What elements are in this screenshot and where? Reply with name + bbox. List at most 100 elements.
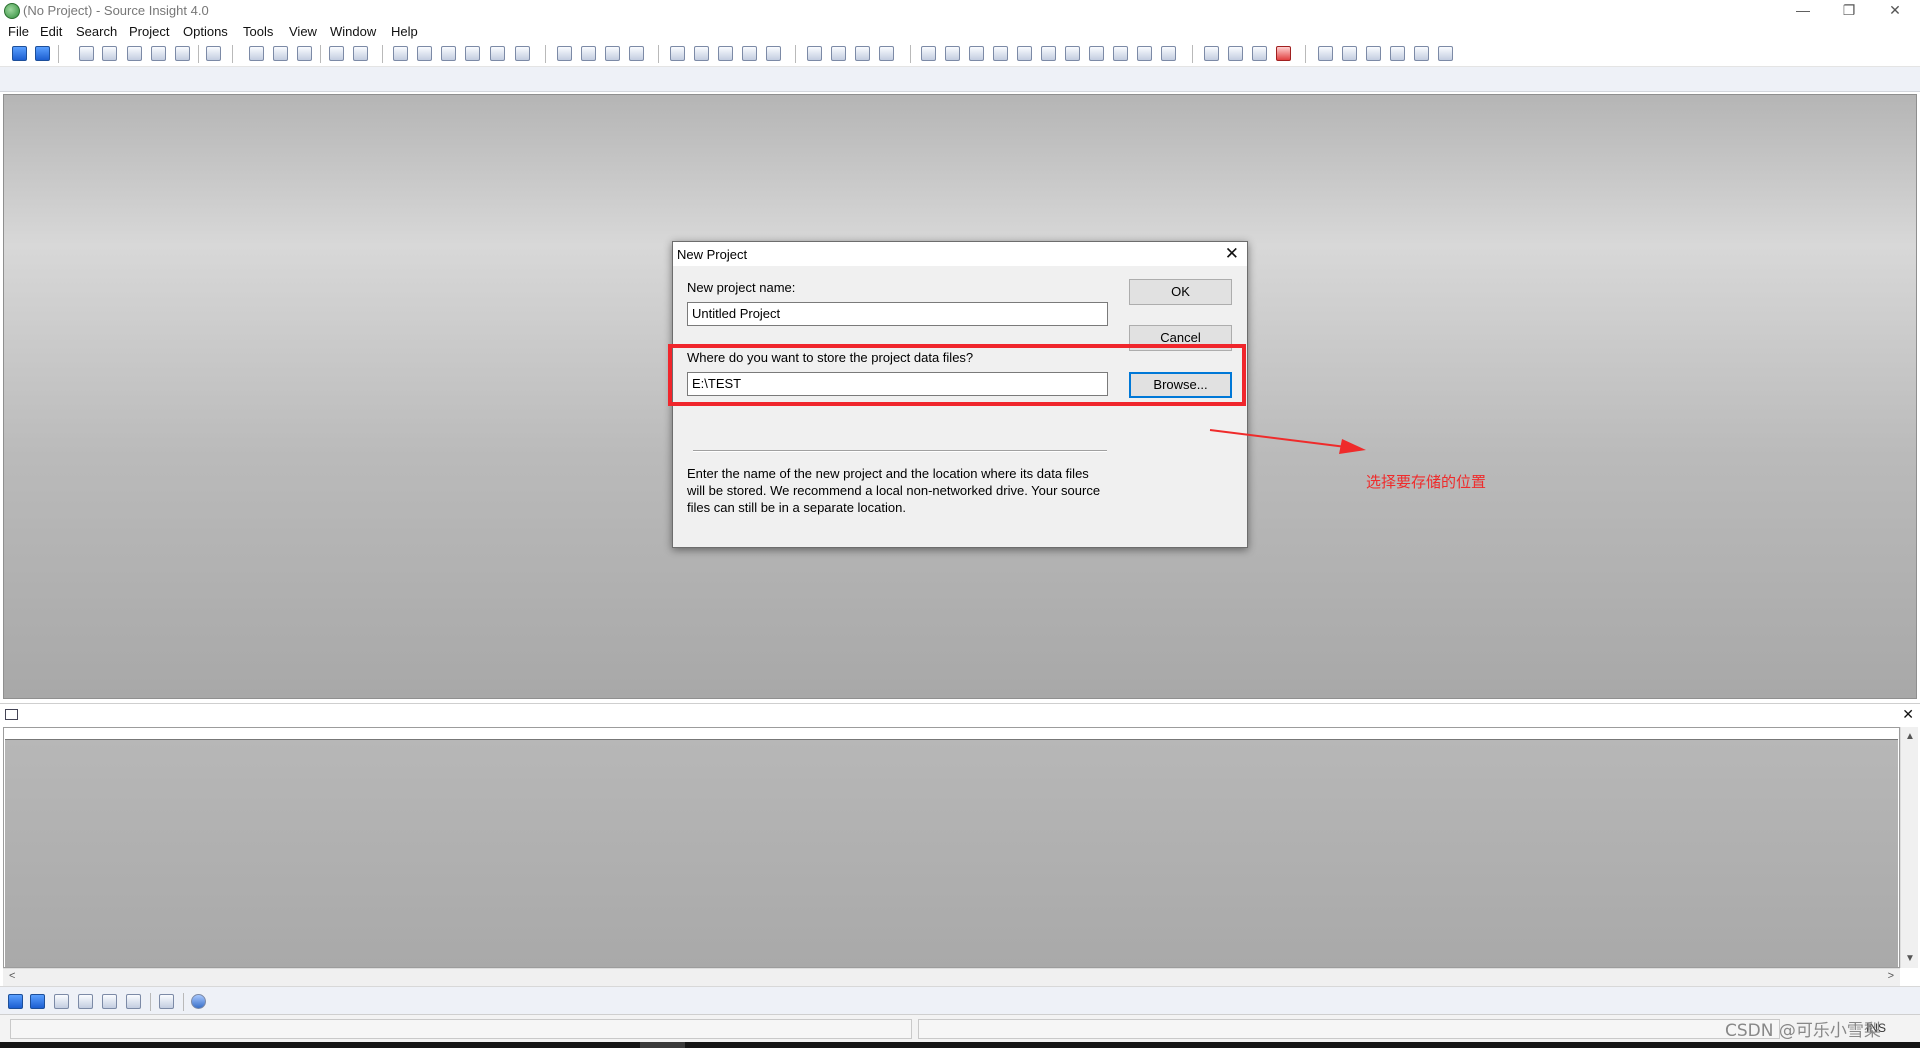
tree-icon[interactable] [126, 994, 141, 1009]
forward-arrow-icon[interactable] [35, 46, 50, 61]
gear-icon[interactable] [191, 994, 206, 1009]
bookmark-next-icon[interactable] [581, 46, 596, 61]
toolbar-separator [545, 45, 546, 63]
e-box-icon[interactable] [1414, 46, 1429, 61]
dialog-help-text: Enter the name of the new project and th… [687, 466, 1101, 515]
watermark-text: CSDN @可乐小雪梨 [1725, 1021, 1881, 1041]
restore-button[interactable]: ❐ [1826, 0, 1872, 22]
cut-icon[interactable] [249, 46, 264, 61]
scroll-left-icon[interactable]: < [9, 970, 15, 982]
toolbar-separator [320, 45, 321, 63]
annotation-highlight-box [668, 344, 1246, 406]
horizontal-scrollbar[interactable]: < > [3, 968, 1900, 986]
scroll-up-icon[interactable]: ▲ [1905, 731, 1915, 742]
indent-icon[interactable] [1228, 46, 1243, 61]
home-icon[interactable] [1089, 46, 1104, 61]
back-arrow-icon[interactable] [12, 46, 27, 61]
save-icon[interactable] [127, 46, 142, 61]
menu-help[interactable]: Help [391, 24, 418, 39]
layout-grid-icon[interactable] [807, 46, 822, 61]
dialog-close-button[interactable]: ✕ [1225, 244, 1239, 264]
menu-project[interactable]: Project [129, 24, 169, 39]
replace-icon[interactable] [490, 46, 505, 61]
layout-split-icon[interactable] [855, 46, 870, 61]
relation-r-icon[interactable] [766, 46, 781, 61]
jump-icon[interactable] [605, 46, 620, 61]
book-icon[interactable] [718, 46, 733, 61]
minimize-button[interactable]: — [1780, 0, 1826, 22]
lock-icon[interactable] [159, 994, 174, 1009]
references-icon[interactable] [742, 46, 757, 61]
ok-button[interactable]: OK [1129, 279, 1232, 305]
menu-options[interactable]: Options [183, 24, 228, 39]
toolbar-separator [150, 993, 151, 1011]
find-prev-icon[interactable] [417, 46, 432, 61]
a-box-icon[interactable] [1318, 46, 1333, 61]
add-remove-icon[interactable] [1204, 46, 1219, 61]
redo-icon[interactable] [353, 46, 368, 61]
project-name-input[interactable]: Untitled Project [687, 302, 1108, 326]
symbol-window-icon[interactable] [694, 46, 709, 61]
print-icon[interactable] [206, 46, 221, 61]
toolbar-separator [1305, 45, 1306, 63]
relation-r-icon[interactable] [102, 994, 117, 1009]
project-name-label: New project name: [687, 280, 796, 295]
layout-horizontal-icon[interactable] [831, 46, 846, 61]
copy-icon[interactable] [273, 46, 288, 61]
scroll-down-icon[interactable]: ▼ [1905, 953, 1915, 964]
save-all-icon[interactable] [151, 46, 166, 61]
help-icon[interactable] [1041, 46, 1056, 61]
delete-icon[interactable] [1276, 46, 1291, 61]
outdent-icon[interactable] [1252, 46, 1267, 61]
find-next-icon[interactable] [441, 46, 456, 61]
menu-window[interactable]: Window [330, 24, 376, 39]
paste-icon[interactable] [297, 46, 312, 61]
bottom-panel [3, 727, 1900, 968]
menu-view[interactable]: View [289, 24, 317, 39]
toolbar-separator [382, 45, 383, 63]
sync-icon[interactable] [1017, 46, 1032, 61]
close-file-icon[interactable] [175, 46, 190, 61]
taskbar-item[interactable] [640, 1042, 685, 1048]
secondary-toolbar-strip [0, 67, 1920, 92]
browse-icon[interactable] [1065, 46, 1080, 61]
back-arrow-icon[interactable] [8, 994, 23, 1009]
tools-icon[interactable] [1137, 46, 1152, 61]
menu-search[interactable]: Search [76, 24, 117, 39]
toolbar-separator [58, 45, 59, 63]
new-file-icon[interactable] [79, 46, 94, 61]
jump-icon[interactable] [54, 994, 69, 1009]
open-file-icon[interactable] [102, 46, 117, 61]
forward-arrow-icon[interactable] [30, 994, 45, 1009]
project-files-icon[interactable] [670, 46, 685, 61]
search-files-icon[interactable] [465, 46, 480, 61]
menu-file[interactable]: File [8, 24, 29, 39]
grid-icon[interactable] [1161, 46, 1176, 61]
lookup-icon[interactable] [515, 46, 530, 61]
p-circle-icon[interactable] [921, 46, 936, 61]
find-icon[interactable] [393, 46, 408, 61]
toolbar-separator [1192, 45, 1193, 63]
menu-tools[interactable]: Tools [243, 24, 273, 39]
s-icon[interactable] [993, 46, 1008, 61]
c-box-icon[interactable] [1366, 46, 1381, 61]
toolbar-separator [795, 45, 796, 63]
window-title: (No Project) - Source Insight 4.0 [23, 3, 209, 18]
menu-edit[interactable]: Edit [40, 24, 62, 39]
bottom-panel-close-button[interactable]: ✕ [1902, 706, 1914, 723]
context-window-icon[interactable] [945, 46, 960, 61]
tree-icon[interactable] [969, 46, 984, 61]
d-box-icon[interactable] [1390, 46, 1405, 61]
undo-icon[interactable] [329, 46, 344, 61]
scroll-right-icon[interactable]: > [1888, 970, 1894, 982]
close-window-button[interactable]: ✕ [1872, 0, 1918, 22]
bookmark-prev-icon[interactable] [557, 46, 572, 61]
cascade-windows-icon[interactable] [879, 46, 894, 61]
annotation-arrow-icon [1209, 429, 1366, 454]
book-icon[interactable] [78, 994, 93, 1009]
b-box-icon[interactable] [1342, 46, 1357, 61]
bookmark-icon[interactable] [629, 46, 644, 61]
vertical-scrollbar[interactable]: ▲ ▼ [1900, 727, 1918, 968]
bird-icon[interactable] [1113, 46, 1128, 61]
f-box-icon[interactable] [1438, 46, 1453, 61]
